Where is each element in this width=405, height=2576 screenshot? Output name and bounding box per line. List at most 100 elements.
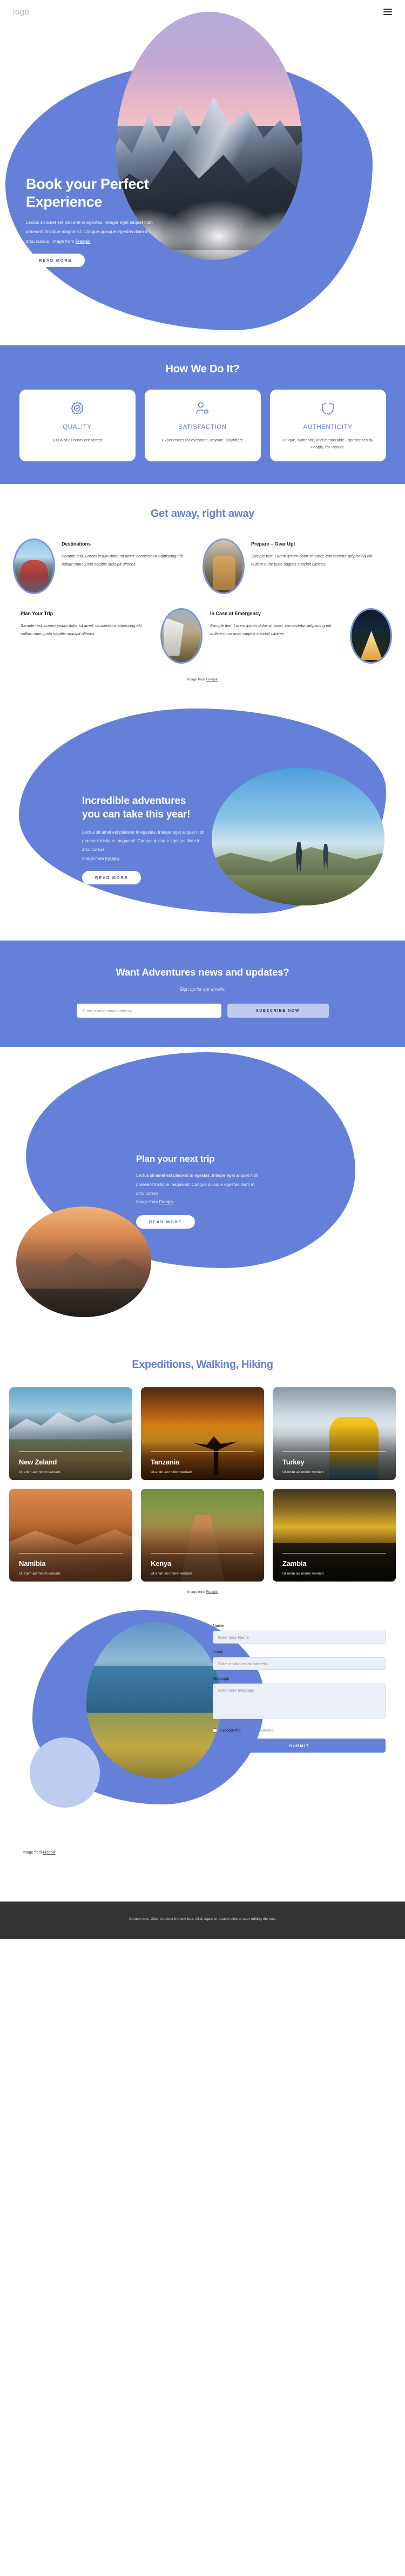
message-label: Message: [213, 1676, 230, 1681]
plan-trip-canyon-image: [16, 1207, 151, 1318]
hero-credit-link[interactable]: Freepik: [76, 238, 91, 244]
email-label: Email: [213, 1650, 223, 1655]
message-textarea[interactable]: [213, 1684, 386, 1720]
get-away-item-heading: Prepare – Gear Up!: [251, 541, 295, 547]
hero-title-line2: Experience: [26, 193, 103, 210]
get-away-row-2: Plan Your Trip Sample text. Lorem ipsum …: [0, 608, 405, 664]
incredible-credit-link[interactable]: Freepik: [105, 856, 120, 861]
landing-page: logo Book your Perfect Experience Lectus…: [0, 0, 405, 1939]
get-away-credit-link[interactable]: Freepik: [206, 678, 218, 682]
expedition-card-namibia[interactable]: Namibia Ut enim ad minim veniam: [9, 1489, 132, 1582]
terms-of-service-link[interactable]: Terms of Service: [244, 1728, 274, 1733]
get-away-row-1: Destinations Sample text. Lorem ipsum do…: [0, 539, 405, 595]
plan-trip-credit-link[interactable]: Freepik: [159, 1200, 174, 1204]
get-away-title: Get away, right away: [150, 508, 255, 520]
footer-text: Sample text. Click to select the text bo…: [129, 1917, 276, 1921]
get-away-item-heading: Destinations: [62, 541, 91, 547]
get-away-item-prepare[interactable]: Prepare – Gear Up! Sample text. Lorem ip…: [202, 539, 392, 595]
incredible-title-line2: you can take this year!: [82, 808, 191, 820]
get-away-item-emergency[interactable]: In Case of Emergency Sample text. Lorem …: [202, 608, 392, 664]
site-header: logo: [0, 0, 405, 24]
plan-trip-image: [160, 608, 202, 664]
expedition-card-name: Namibia: [19, 1559, 46, 1568]
feature-card-title: QUALITY: [63, 424, 92, 431]
name-field-group: Name: [213, 1623, 386, 1644]
name-input[interactable]: [213, 1631, 386, 1644]
newsletter-title: Want Adventures news and updates?: [116, 966, 289, 978]
feature-card-authenticity[interactable]: AUTHENTICITY Unique, authentic, and memo…: [269, 390, 386, 462]
plan-next-trip-section: Plan your next trip Lectus sit amet est …: [0, 1047, 405, 1350]
feature-card-satisfaction[interactable]: SATISFACTION Experiences for everyone, a…: [144, 390, 261, 462]
hamburger-menu-icon[interactable]: [383, 9, 392, 15]
feature-card-text: 100% of all hosts are vetted: [52, 438, 103, 442]
prepare-image: [202, 539, 245, 595]
incredible-adventures-section: Incredible adventures you can take this …: [0, 687, 405, 941]
incredible-title-line1: Incredible adventures: [82, 795, 186, 807]
hero-title-line1: Book your Perfect: [26, 176, 149, 192]
how-we-do-it-section: How We Do It? QUALITY 100% of all hosts …: [0, 345, 405, 485]
expedition-card-desc: Ut enim ad minim veniam: [151, 1470, 192, 1475]
hero-read-more-button[interactable]: READ MORE: [26, 254, 85, 268]
plan-trip-paragraph: Lectus sit amet est placerat in egestas.…: [136, 1173, 259, 1205]
plan-trip-content: Plan your next trip Lectus sit amet est …: [136, 1154, 298, 1229]
expedition-card-zambia[interactable]: Zambia Ut enim ad minim veniam: [273, 1489, 396, 1582]
terms-accept-label: I accept the: [220, 1728, 241, 1733]
expeditions-row-1: New Zeland Ut enim ad minim veniam Tanza…: [0, 1387, 405, 1481]
expeditions-credit: Image from Freepik: [187, 1590, 218, 1594]
expeditions-row-2: Namibia Ut enim ad minim veniam Kenya Ut…: [0, 1489, 405, 1582]
expedition-card-new-zeland[interactable]: New Zeland Ut enim ad minim veniam: [9, 1387, 132, 1481]
get-away-item-heading: Plan Your Trip: [21, 611, 53, 617]
email-field-group: Email: [213, 1650, 386, 1671]
submit-button[interactable]: SUBMIT: [213, 1739, 386, 1753]
contact-credit: Image from Freepik: [23, 1851, 56, 1855]
expeditions-section: Expeditions, Walking, Hiking New Zeland …: [0, 1349, 405, 1599]
message-field-group: Message: [213, 1676, 386, 1722]
expedition-card-turkey[interactable]: Turkey Ut enim ad minim veniam: [273, 1387, 396, 1481]
email-input[interactable]: [213, 1657, 386, 1671]
person-heart-icon: [153, 399, 252, 419]
incredible-read-more-button[interactable]: READ MORE: [82, 871, 141, 885]
expedition-card-desc: Ut enim ad minim veniam: [282, 1572, 324, 1576]
expedition-card-kenya[interactable]: Kenya Ut enim ad minim veniam: [141, 1489, 264, 1582]
expedition-card-name: Turkey: [282, 1458, 305, 1467]
feature-cards: QUALITY 100% of all hosts are vetted SAT…: [0, 390, 405, 462]
expedition-card-tanzania[interactable]: Tanzania Ut enim ad minim veniam: [141, 1387, 264, 1481]
expedition-card-name: Zambia: [282, 1559, 307, 1568]
emergency-image: [350, 608, 392, 664]
terms-checkbox[interactable]: [213, 1728, 217, 1733]
newsletter-subtitle: Sign up for our emails.: [179, 986, 226, 992]
contact-credit-link[interactable]: Freepik: [43, 1851, 55, 1855]
expedition-card-name: Tanzania: [151, 1458, 180, 1467]
newsletter-email-input[interactable]: [76, 1004, 221, 1018]
feature-card-text: Unique, authentic, and memorable Experie…: [282, 438, 373, 450]
shields-icon: [279, 399, 377, 419]
get-away-credit: Image from Freepik: [187, 678, 218, 682]
contact-section: Image from Freepik Name Email Message I …: [0, 1599, 405, 1902]
logo[interactable]: logo: [13, 8, 29, 17]
hero-content: Book your Perfect Experience Lectus sit …: [26, 175, 188, 268]
contact-lake-image: [86, 1622, 221, 1779]
subscribe-now-button[interactable]: SUBSCRIBE NOW: [227, 1004, 329, 1018]
get-away-item-text: Sample text. Lorem ipsum dolor sit amet,…: [251, 554, 373, 567]
expeditions-title: Expeditions, Walking, Hiking: [132, 1359, 273, 1371]
name-label: Name: [213, 1623, 224, 1628]
get-away-item-destinations[interactable]: Destinations Sample text. Lorem ipsum do…: [13, 539, 202, 595]
newsletter-form: SUBSCRIBE NOW: [0, 1004, 405, 1018]
feature-card-title: SATISFACTION: [178, 424, 227, 431]
expeditions-credit-link[interactable]: Freepik: [206, 1590, 218, 1594]
feature-card-text: Experiences for everyone, anyone, anywhe…: [161, 438, 244, 442]
newsletter-section: Want Adventures news and updates? Sign u…: [0, 941, 405, 1047]
get-away-item-text: Sample text. Lorem ipsum dolor sit amet,…: [21, 623, 142, 637]
feature-card-title: AUTHENTICITY: [303, 424, 353, 431]
hero-paragraph: Lectus sit amet est placerat in egestas.…: [26, 219, 153, 244]
incredible-paragraph: Lectus sit amet est placerat in egestas.…: [82, 829, 205, 861]
get-away-item-plan-your-trip[interactable]: Plan Your Trip Sample text. Lorem ipsum …: [13, 608, 202, 664]
plan-trip-read-more-button[interactable]: READ MORE: [136, 1215, 195, 1229]
get-away-item-text: Sample text. Lorem ipsum dolor sit amet,…: [62, 554, 183, 567]
site-footer: Sample text. Click to select the text bo…: [0, 1902, 405, 1939]
how-we-do-it-title: How We Do It?: [165, 363, 240, 375]
expedition-card-desc: Ut enim ad minim veniam: [19, 1470, 60, 1475]
get-away-section: Get away, right away Destinations Sample…: [0, 484, 405, 687]
feature-card-quality[interactable]: QUALITY 100% of all hosts are vetted: [19, 390, 136, 462]
plan-trip-title: Plan your next trip: [136, 1154, 215, 1164]
